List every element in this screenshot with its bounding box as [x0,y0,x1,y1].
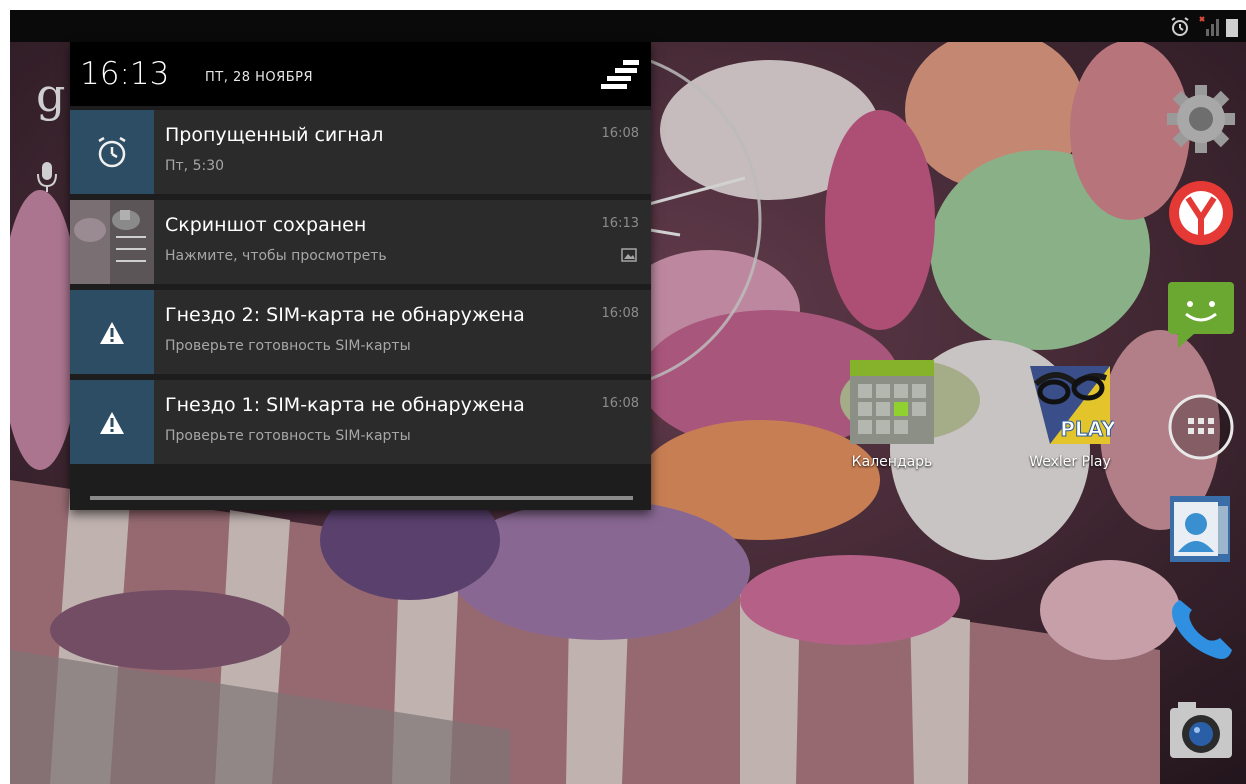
notification-subtitle: Проверьте готовность SIM-карты [165,338,411,354]
desktop-app-label: Wexler Play [1029,454,1111,470]
settings-icon[interactable] [1164,82,1238,156]
status-icons [1171,16,1238,37]
notification-shade: 16:13 ПТ, 28 НОЯБРЯ Пропущенный сигнал П… [70,42,651,510]
no-signal-icon [1199,16,1219,36]
battery-icon [1226,19,1238,37]
notification-title: Гнездо 2: SIM-карта не обнаружена [165,304,525,326]
notification-title: Гнездо 1: SIM-карта не обнаружена [165,394,525,416]
wexler-play-icon: PLAY [1030,366,1117,444]
calendar-icon [850,360,934,444]
notification-subtitle: Проверьте готовность SIM-карты [165,428,411,444]
desktop-app-label: Календарь [851,454,933,470]
notification-icon-box [70,110,154,194]
notification-time: 16:08 [601,396,639,411]
desktop-app-wexler-play[interactable]: PLAY Wexler Play [1015,358,1125,470]
notification-icon-box [70,200,154,284]
warning-icon [100,412,124,434]
clear-all-notifications-icon[interactable] [601,56,641,92]
desktop-app-calendar[interactable]: Календарь [837,358,947,470]
wexler-play-badge: PLAY [1060,417,1114,441]
notification-missed-alarm[interactable]: Пропущенный сигнал Пт, 5:30 16:08 [70,110,651,194]
camera-icon[interactable] [1164,694,1238,768]
notification-title: Пропущенный сигнал [165,124,384,146]
notification-time: 16:08 [601,126,639,141]
notification-time: 16:13 [601,216,639,231]
notification-subtitle: Пт, 5:30 [165,158,225,174]
notification-subtitle: Нажмите, чтобы просмотреть [165,248,387,264]
alarm-status-icon [1171,17,1189,36]
notification-time: 16:08 [601,306,639,321]
android-home-screen: g Календарь PLAY Wexler Play 16:13 ПТ, 2… [10,10,1246,784]
app-drawer-icon[interactable] [1164,390,1238,464]
google-search-icon[interactable]: g [36,70,72,120]
yandex-browser-icon[interactable] [1164,176,1238,250]
notification-icon-box [70,290,154,374]
clock-date: ПТ, 28 НОЯБРЯ [205,70,313,85]
notification-screenshot-saved[interactable]: Скриншот сохранен Нажмите, чтобы просмот… [70,200,651,284]
alarm-icon [98,136,126,168]
contacts-icon[interactable] [1164,492,1238,566]
notification-sim-slot-1[interactable]: Гнездо 1: SIM-карта не обнаружена Провер… [70,380,651,464]
phone-icon[interactable] [1164,592,1238,666]
screenshot-thumbnail [70,200,154,284]
warning-icon [100,322,124,344]
shade-header: 16:13 ПТ, 28 НОЯБРЯ [70,42,651,106]
messaging-icon[interactable] [1164,276,1238,350]
image-icon [621,248,637,262]
notification-icon-box [70,380,154,464]
notification-sim-slot-2[interactable]: Гнездо 2: SIM-карта не обнаружена Провер… [70,290,651,374]
shade-drag-handle[interactable] [90,496,633,500]
notification-title: Скриншот сохранен [165,214,367,236]
voice-search-icon[interactable] [36,160,58,194]
favorites-dock [1156,42,1246,784]
clock-time: 16:13 [80,56,170,92]
status-bar [10,10,1246,42]
